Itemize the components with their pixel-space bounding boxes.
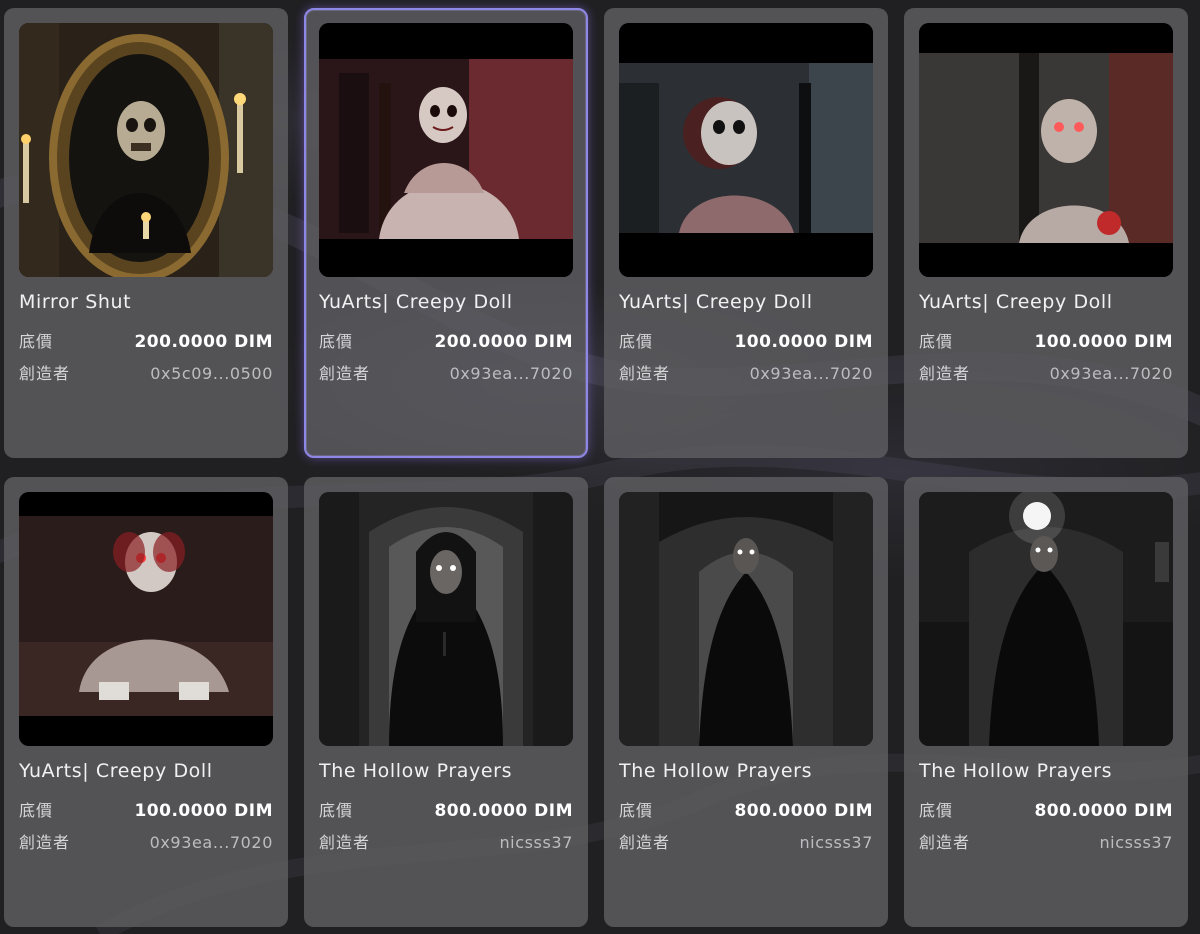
floor-price-row: 底價 800.0000 DIM [619, 797, 873, 821]
nft-card[interactable]: YuArts| Creepy Doll 底價 100.0000 DIM 創造者 … [904, 8, 1188, 458]
creator-label: 創造者 [919, 364, 971, 383]
creator-row: 創造者 nicsss37 [919, 829, 1173, 853]
floor-price-label: 底價 [19, 801, 54, 820]
hollow-nun-doorway-image [319, 492, 573, 746]
mirror-ghoul-image [19, 23, 273, 277]
floor-price-value: 800.0000 DIM [434, 801, 573, 821]
floor-price-label: 底價 [319, 801, 354, 820]
creepy-doll-floor-image [19, 492, 273, 746]
hollow-nun-lamp-image [919, 492, 1173, 746]
creator-address[interactable]: nicsss37 [799, 833, 873, 852]
nft-card-grid: Mirror Shut 底價 200.0000 DIM 創造者 0x5c09..… [4, 8, 1188, 927]
creepy-doll-blue-image [619, 23, 873, 277]
creator-row: 創造者 0x93ea...7020 [919, 360, 1173, 384]
nft-card-selected[interactable]: YuArts| Creepy Doll 底價 200.0000 DIM 創造者 … [304, 8, 588, 458]
card-title[interactable]: The Hollow Prayers [319, 760, 573, 782]
creator-label: 創造者 [319, 364, 371, 383]
floor-price-row: 底價 200.0000 DIM [19, 328, 273, 352]
floor-price-value: 200.0000 DIM [134, 332, 273, 352]
creator-address[interactable]: 0x93ea...7020 [150, 833, 273, 852]
card-title[interactable]: YuArts| Creepy Doll [919, 291, 1173, 313]
card-title[interactable]: The Hollow Prayers [619, 760, 873, 782]
nft-card[interactable]: The Hollow Prayers 底價 800.0000 DIM 創造者 n… [304, 477, 588, 927]
floor-price-value: 800.0000 DIM [734, 801, 873, 821]
creepy-doll-red-image [319, 23, 573, 277]
creator-row: 創造者 nicsss37 [619, 829, 873, 853]
floor-price-label: 底價 [619, 801, 654, 820]
creator-row: 創造者 0x93ea...7020 [319, 360, 573, 384]
creator-address[interactable]: nicsss37 [499, 833, 573, 852]
nft-card[interactable]: The Hollow Prayers 底價 800.0000 DIM 創造者 n… [904, 477, 1188, 927]
creator-label: 創造者 [919, 833, 971, 852]
creator-address[interactable]: 0x93ea...7020 [750, 364, 873, 383]
floor-price-label: 底價 [19, 332, 54, 351]
card-title[interactable]: YuArts| Creepy Doll [319, 291, 573, 313]
nft-card[interactable]: YuArts| Creepy Doll 底價 100.0000 DIM 創造者 … [604, 8, 888, 458]
creator-label: 創造者 [619, 364, 671, 383]
card-title[interactable]: YuArts| Creepy Doll [619, 291, 873, 313]
floor-price-label: 底價 [919, 332, 954, 351]
creator-label: 創造者 [319, 833, 371, 852]
floor-price-label: 底價 [319, 332, 354, 351]
floor-price-value: 100.0000 DIM [134, 801, 273, 821]
floor-price-row: 底價 200.0000 DIM [319, 328, 573, 352]
creator-label: 創造者 [19, 833, 71, 852]
creator-address[interactable]: nicsss37 [1099, 833, 1173, 852]
nft-gallery-page: Mirror Shut 底價 200.0000 DIM 創造者 0x5c09..… [0, 0, 1200, 934]
floor-price-value: 100.0000 DIM [734, 332, 873, 352]
floor-price-label: 底價 [919, 801, 954, 820]
creator-address[interactable]: 0x93ea...7020 [450, 364, 573, 383]
card-title[interactable]: YuArts| Creepy Doll [19, 760, 273, 782]
creepy-doll-wall-image [919, 23, 1173, 277]
creator-row: 創造者 nicsss37 [319, 829, 573, 853]
floor-price-row: 底價 100.0000 DIM [919, 328, 1173, 352]
creator-row: 創造者 0x5c09...0500 [19, 360, 273, 384]
nft-card[interactable]: The Hollow Prayers 底價 800.0000 DIM 創造者 n… [604, 477, 888, 927]
floor-price-value: 200.0000 DIM [434, 332, 573, 352]
creator-row: 創造者 0x93ea...7020 [19, 829, 273, 853]
creator-label: 創造者 [19, 364, 71, 383]
floor-price-row: 底價 800.0000 DIM [919, 797, 1173, 821]
hollow-nun-hallway-image [619, 492, 873, 746]
floor-price-label: 底價 [619, 332, 654, 351]
floor-price-row: 底價 800.0000 DIM [319, 797, 573, 821]
creator-label: 創造者 [619, 833, 671, 852]
floor-price-value: 100.0000 DIM [1034, 332, 1173, 352]
floor-price-row: 底價 100.0000 DIM [619, 328, 873, 352]
floor-price-value: 800.0000 DIM [1034, 801, 1173, 821]
card-title[interactable]: The Hollow Prayers [919, 760, 1173, 782]
floor-price-row: 底價 100.0000 DIM [19, 797, 273, 821]
nft-card[interactable]: YuArts| Creepy Doll 底價 100.0000 DIM 創造者 … [4, 477, 288, 927]
creator-row: 創造者 0x93ea...7020 [619, 360, 873, 384]
creator-address[interactable]: 0x5c09...0500 [150, 364, 273, 383]
nft-card[interactable]: Mirror Shut 底價 200.0000 DIM 創造者 0x5c09..… [4, 8, 288, 458]
card-title[interactable]: Mirror Shut [19, 291, 273, 313]
creator-address[interactable]: 0x93ea...7020 [1050, 364, 1173, 383]
